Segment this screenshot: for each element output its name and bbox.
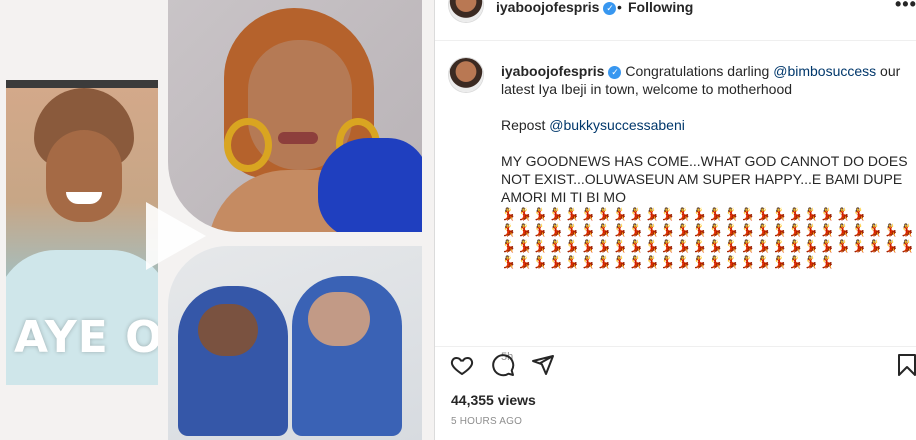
bookmark-icon[interactable] (895, 353, 916, 377)
post-header: iyaboojofespris ✓ • Following ••• (435, 0, 916, 41)
media-tile-woman-in-gele: AYE OPE (6, 80, 158, 385)
caption-username[interactable]: iyaboojofespris (501, 63, 604, 79)
media-tile-twins (168, 246, 422, 440)
views-count[interactable]: 44,355 views (451, 392, 536, 408)
play-icon[interactable] (146, 202, 206, 270)
heart-icon[interactable] (450, 353, 474, 377)
caption-text: iyaboojofespris ✓ Congratulations darling… (501, 62, 916, 270)
post-side-panel: iyaboojofespris ✓ • Following ••• iyabooj… (434, 0, 916, 440)
username-text[interactable]: iyaboojofespris (496, 0, 599, 15)
emoji-line: 💃💃💃💃💃💃💃💃💃💃💃💃💃💃💃💃💃💃💃💃💃💃💃 (501, 207, 868, 221)
baby-left-face (198, 304, 258, 356)
emoji-line: 💃💃💃💃💃💃💃💃💃💃💃💃💃💃💃💃💃💃💃💃💃💃💃💃💃💃 (501, 223, 916, 237)
action-bar (435, 346, 916, 387)
avatar[interactable] (449, 58, 483, 92)
comment-icon[interactable] (491, 353, 515, 377)
face (46, 130, 122, 222)
media-tile-portrait (168, 0, 422, 232)
share-icon[interactable] (531, 353, 555, 377)
more-options-icon[interactable]: ••• (895, 0, 916, 15)
post-media[interactable]: AYE OPE (0, 0, 434, 440)
post-time[interactable]: 5 HOURS AGO (451, 416, 522, 427)
caption-text-part-1: Congratulations darling (625, 63, 774, 79)
caption-body: MY GOODNEWS HAS COME...WHAT GOD CANNOT D… (501, 153, 908, 205)
emoji-line: 💃💃💃💃💃💃💃💃💃💃💃💃💃💃💃💃💃💃💃💃💃💃💃💃💃💃 (501, 239, 916, 253)
blue-ruffle-dress (318, 138, 422, 232)
header-username[interactable]: iyaboojofespris ✓ (496, 0, 617, 15)
tile-top-band (6, 80, 158, 88)
mention-link[interactable]: @bimbosuccess (773, 63, 876, 79)
following-button[interactable]: Following (628, 0, 693, 15)
baby-right-face (308, 292, 370, 346)
verified-badge-icon: ✓ (608, 66, 622, 79)
repost-label: Repost (501, 117, 550, 133)
avatar[interactable] (449, 0, 483, 22)
media-caption-text: AYE OPE (14, 312, 158, 363)
lips (278, 132, 318, 144)
mention-link[interactable]: @bukkysuccessabeni (549, 117, 685, 133)
earring-left (224, 118, 272, 172)
emoji-line: 💃💃💃💃💃💃💃💃💃💃💃💃💃💃💃💃💃💃💃💃💃 (501, 255, 836, 269)
verified-badge-icon: ✓ (603, 2, 617, 15)
separator-dot: • (617, 0, 622, 15)
